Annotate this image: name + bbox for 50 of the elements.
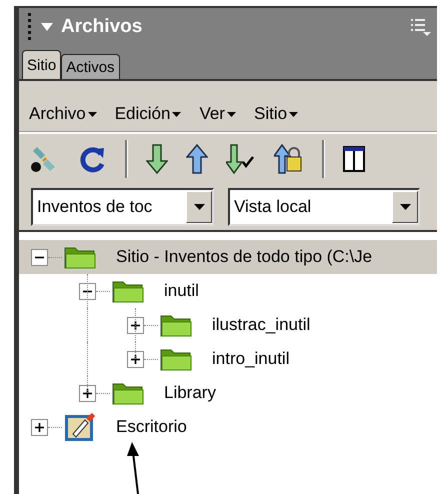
tree-line <box>48 426 62 428</box>
tree-item[interactable]: inutil <box>19 274 437 308</box>
caret-icon <box>172 112 182 116</box>
tree-item-label: Sitio - Inventos de todo tipo (C:\Je <box>116 247 372 267</box>
panel-title: Archivos <box>61 16 144 38</box>
dropdown-arrow-icon <box>400 204 410 210</box>
desktop-icon <box>64 412 96 442</box>
annotation-arrow <box>126 442 142 494</box>
tree-item-label: ilustrac_inutil <box>212 315 310 335</box>
tree-line <box>144 358 158 360</box>
expand-panel-icon[interactable] <box>343 146 365 172</box>
dropdown-field[interactable]: Inventos de toc <box>31 188 214 226</box>
dropdown-field[interactable]: Vista local <box>228 188 420 226</box>
expander-icon[interactable] <box>79 384 96 402</box>
expander-icon[interactable] <box>127 316 144 334</box>
up-arrow-icon[interactable] <box>186 144 208 174</box>
tree-item-label: intro_inutil <box>212 349 290 369</box>
tree-line <box>144 324 158 326</box>
expander-icon[interactable] <box>127 350 144 368</box>
tree-item-label: Escritorio <box>116 417 187 437</box>
up-arrow-lock-icon[interactable] <box>274 144 304 174</box>
panel-tab[interactable]: Activos <box>61 54 120 79</box>
panel-tab[interactable]: Sitio <box>22 50 62 79</box>
tree-line <box>48 256 62 258</box>
menu-item[interactable]: Sitio <box>254 104 298 124</box>
expander-icon[interactable] <box>79 282 96 300</box>
options-menu-icon[interactable] <box>411 18 431 36</box>
tree-item[interactable]: Library <box>19 376 437 410</box>
tree-line <box>96 392 110 394</box>
caret-icon <box>226 112 236 116</box>
refresh-icon[interactable] <box>79 145 107 173</box>
menu-item[interactable]: Archivo <box>29 104 97 124</box>
down-arrow-check-icon[interactable] <box>226 144 256 174</box>
menu-item[interactable]: Edición <box>114 104 182 124</box>
caret-icon <box>88 112 97 116</box>
dropdown-arrow-icon <box>194 204 204 210</box>
tree-item[interactable]: intro_inutil <box>19 342 437 376</box>
tree-item[interactable]: ilustrac_inutil <box>19 308 437 342</box>
tree-item-label: inutil <box>164 281 199 301</box>
grip-icon[interactable] <box>27 12 33 42</box>
collapse-triangle-icon[interactable] <box>41 22 53 30</box>
expander-icon[interactable] <box>31 248 48 266</box>
tree-item-label: Library <box>164 383 216 403</box>
menu-item[interactable]: Ver <box>199 104 236 124</box>
tree-item[interactable]: Escritorio <box>19 410 437 444</box>
tree-item[interactable]: Sitio - Inventos de todo tipo (C:\Je <box>19 240 437 274</box>
caret-icon <box>289 112 298 116</box>
down-arrow-icon[interactable] <box>146 144 168 174</box>
expander-icon[interactable] <box>31 418 48 436</box>
tree-line <box>96 290 110 292</box>
